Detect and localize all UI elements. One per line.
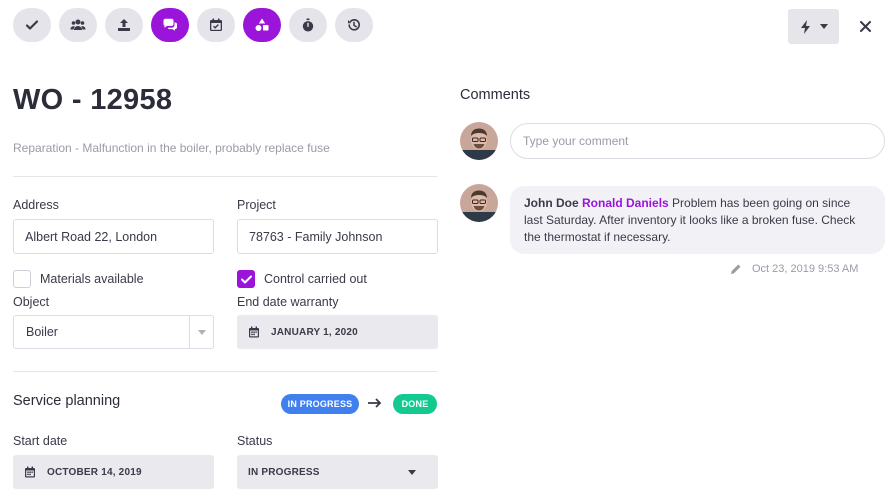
stopwatch-button[interactable] [289, 8, 327, 42]
object-label: Object [13, 295, 50, 309]
page-title: WO - 12958 [13, 84, 173, 116]
warranty-label: End date warranty [237, 295, 339, 309]
avatar [460, 184, 498, 222]
status-badge-in-progress: IN PROGRESS [281, 394, 359, 414]
chevron-down-icon [408, 469, 416, 475]
shapes-button[interactable] [243, 8, 281, 42]
comments-icon [163, 18, 177, 31]
comment-author: John Doe [524, 196, 579, 210]
history-icon [348, 18, 360, 31]
arrow-right-icon [368, 398, 382, 408]
project-input[interactable]: 78763 - Family Johnson [237, 219, 438, 254]
check-button[interactable] [13, 8, 51, 42]
work-order-description: Reparation - Malfunction in the boiler, … [13, 141, 330, 155]
divider [13, 371, 437, 372]
address-input[interactable]: Albert Road 22, London [13, 219, 214, 254]
bolt-icon [800, 19, 810, 34]
calendar-icon [210, 18, 222, 31]
project-label: Project [237, 198, 276, 212]
warranty-date-input[interactable]: JANUARY 1, 2020 [237, 315, 438, 349]
comment-timestamp: Oct 23, 2019 9:53 AM [752, 263, 859, 275]
toolbar [13, 8, 373, 42]
actions-dropdown-button[interactable] [788, 9, 839, 44]
materials-label: Materials available [40, 272, 144, 286]
start-date-label: Start date [13, 434, 68, 448]
object-select[interactable]: Boiler [13, 315, 214, 349]
stopwatch-icon [302, 18, 314, 32]
status-badge-done: DONE [393, 394, 437, 414]
close-icon [859, 20, 871, 32]
control-label: Control carried out [264, 272, 367, 286]
comment-meta: Oct 23, 2019 9:53 AM [730, 263, 858, 275]
start-date-input[interactable]: OCTOBER 14, 2019 [13, 455, 214, 489]
comment-input[interactable]: Type your comment [510, 123, 885, 159]
close-button[interactable] [855, 16, 875, 36]
service-planning-title: Service planning [13, 393, 121, 409]
status-label: Status [237, 434, 273, 448]
object-select-value: Boiler [26, 325, 58, 339]
avatar [460, 122, 498, 160]
comments-title: Comments [460, 87, 531, 103]
materials-checkbox[interactable] [13, 270, 31, 288]
pencil-icon[interactable] [730, 263, 742, 275]
comment-mention[interactable]: Ronald Daniels [582, 196, 669, 210]
control-checkbox[interactable] [237, 270, 255, 288]
check-icon [25, 20, 39, 30]
upload-button[interactable] [105, 8, 143, 42]
shapes-icon [255, 18, 269, 31]
history-button[interactable] [335, 8, 373, 42]
calendar-icon [25, 466, 35, 478]
warranty-date-value: JANUARY 1, 2020 [271, 326, 358, 338]
users-button[interactable] [59, 8, 97, 42]
comment-bubble: John Doe Ronald Daniels Problem has been… [510, 186, 885, 254]
select-arrow [189, 316, 213, 348]
status-select-value: IN PROGRESS [248, 466, 320, 478]
address-label: Address [13, 198, 59, 212]
start-date-value: OCTOBER 14, 2019 [47, 466, 142, 478]
check-icon [240, 275, 252, 283]
divider [13, 176, 437, 177]
calendar-button[interactable] [197, 8, 235, 42]
status-select[interactable]: IN PROGRESS [237, 455, 438, 489]
chevron-down-icon [197, 329, 206, 335]
comments-button[interactable] [151, 8, 189, 42]
chevron-down-icon [819, 24, 828, 29]
users-icon [70, 19, 86, 30]
upload-icon [118, 19, 130, 31]
calendar-icon [249, 326, 259, 338]
